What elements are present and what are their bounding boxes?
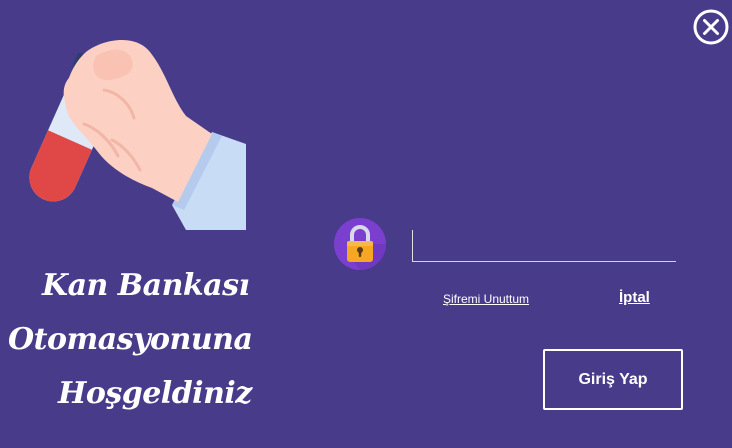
password-field[interactable] [412,230,676,262]
cancel-link[interactable]: İptal [619,289,650,306]
welcome-line-1: Kan Bankası [42,268,250,303]
blood-tube-illustration [0,0,270,240]
login-button[interactable]: Giriş Yap [543,349,683,410]
welcome-line-2: Otomasyonuna [8,322,253,357]
lock-badge [334,218,386,270]
welcome-text: Kan Bankası Otomasyonuna Hoşgeldiniz [0,268,300,418]
padlock-icon [334,218,386,270]
forgot-password-link[interactable]: Şifremi Unuttum [443,292,529,306]
close-button[interactable] [692,8,730,46]
welcome-line-3: Hoşgeldiniz [58,376,252,411]
hand-holding-test-tube-icon [29,39,246,230]
close-icon [693,9,729,45]
